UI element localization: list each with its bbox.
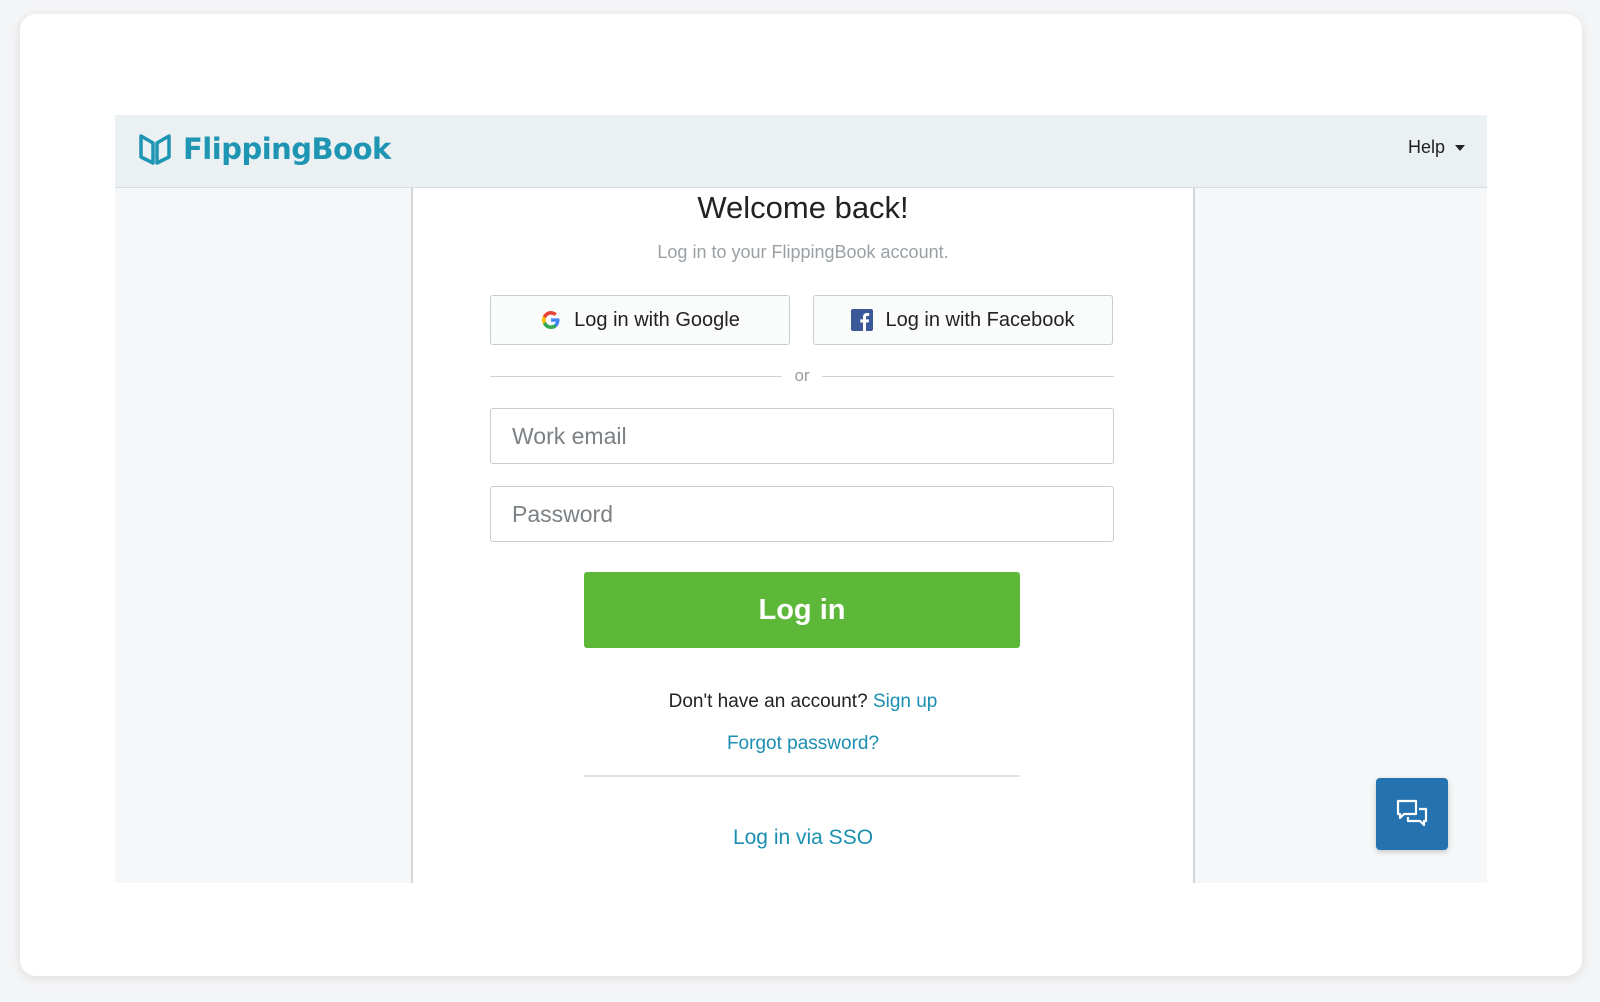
help-label: Help: [1407, 137, 1445, 157]
password-field[interactable]: [490, 486, 1114, 542]
caret-down-icon: [1455, 144, 1465, 151]
facebook-login-button[interactable]: Log in with Facebook: [813, 295, 1113, 345]
or-label: or: [794, 366, 810, 385]
page-subtitle: Log in to your FlippingBook account.: [657, 242, 949, 262]
app-area: FlippingBook Help Welcome back! Log in t…: [115, 115, 1487, 883]
separator-line-left: [490, 375, 783, 377]
page-title: Welcome back!: [697, 190, 909, 225]
login-card: Welcome back! Log in to your FlippingBoo…: [411, 188, 1195, 883]
top-header: FlippingBook Help: [115, 115, 1487, 188]
google-login-button[interactable]: Log in with Google: [490, 295, 790, 345]
facebook-login-label: Log in with Facebook: [885, 308, 1075, 331]
signup-row: Don't have an account? Sign up: [413, 691, 1193, 713]
google-icon: [542, 311, 560, 329]
logo-text: FlippingBook: [183, 132, 391, 166]
no-account-text: Don't have an account?: [668, 691, 868, 712]
signup-link[interactable]: Sign up: [873, 691, 937, 712]
forgot-password-row: Forgot password?: [413, 733, 1193, 755]
chat-icon: [1396, 799, 1428, 827]
email-field[interactable]: [490, 408, 1114, 464]
separator-line-right: [821, 375, 1114, 377]
chat-button[interactable]: [1376, 778, 1448, 850]
help-menu[interactable]: Help: [1408, 137, 1465, 158]
facebook-icon: [851, 309, 874, 331]
sso-login-link[interactable]: Log in via SSO: [733, 826, 873, 849]
logo[interactable]: FlippingBook: [137, 129, 391, 169]
login-button[interactable]: Log in: [584, 572, 1020, 648]
flippingbook-logo-icon: [139, 134, 171, 165]
forgot-password-link[interactable]: Forgot password?: [727, 733, 879, 754]
google-login-label: Log in with Google: [574, 308, 740, 331]
sso-row: Log in via SSO: [413, 826, 1193, 850]
or-separator: or: [490, 365, 1114, 387]
divider: [584, 775, 1020, 777]
